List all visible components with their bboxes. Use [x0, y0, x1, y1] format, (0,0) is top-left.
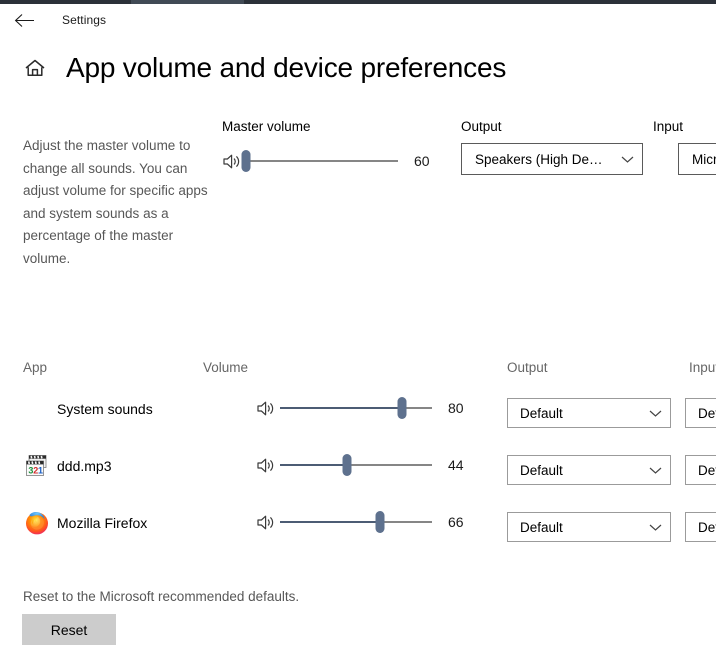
- app-volume-slider[interactable]: 44: [256, 454, 474, 476]
- chevron-down-icon: [649, 466, 662, 475]
- master-description: Adjust the master volume to change all s…: [23, 138, 208, 266]
- app-name: System sounds: [57, 400, 153, 417]
- title-bar: Settings: [0, 4, 716, 36]
- app-volume-row: Mozilla Firefox 66 Default Def: [0, 494, 716, 551]
- master-input-device-value: Microph: [692, 151, 716, 167]
- app-volume-value: 44: [448, 457, 464, 473]
- app-input-device-value: Def: [698, 405, 716, 421]
- app-volume-value: 80: [448, 400, 464, 416]
- app-volume-slider[interactable]: 80: [256, 397, 474, 419]
- app-output-device-value: Default: [520, 405, 563, 421]
- reset-button[interactable]: Reset: [22, 614, 116, 645]
- app-output-device-value: Default: [520, 462, 563, 478]
- master-output-device-dropdown[interactable]: Speakers (High De…: [461, 143, 643, 175]
- media-player-classic-icon: 321: [23, 452, 51, 480]
- chevron-down-icon: [649, 523, 662, 532]
- svg-text:1: 1: [38, 465, 43, 475]
- home-icon[interactable]: [22, 55, 48, 81]
- speaker-volume-icon: [256, 457, 280, 474]
- master-output-label: Output: [461, 119, 502, 134]
- slider-thumb[interactable]: [241, 150, 251, 172]
- page-heading: App volume and device preferences: [22, 52, 506, 84]
- app-input-device-value: Def: [698, 462, 716, 478]
- app-slider-track[interactable]: [280, 454, 432, 476]
- app-output-device-dropdown[interactable]: Default: [507, 512, 671, 542]
- back-arrow-icon: [14, 13, 35, 28]
- master-slider-track[interactable]: [241, 150, 398, 172]
- master-volume-label: Master volume: [222, 119, 311, 134]
- column-header-app: App: [23, 360, 48, 375]
- slider-track-background: [246, 160, 398, 162]
- app-name-cell: 3 2 1 ddd.mp3: [23, 437, 111, 494]
- master-input-label: Input: [653, 119, 684, 134]
- app-slider-track[interactable]: [280, 511, 432, 533]
- chevron-down-icon: [649, 409, 662, 418]
- master-volume-slider[interactable]: 60: [222, 150, 440, 172]
- slider-thumb[interactable]: [342, 454, 352, 476]
- master-output-device-value: Speakers (High De…: [475, 151, 603, 167]
- app-input-device-dropdown[interactable]: Def: [685, 455, 716, 485]
- column-header-input: Input: [689, 360, 716, 375]
- speaker-volume-icon: [256, 514, 280, 531]
- app-name: Mozilla Firefox: [57, 514, 148, 531]
- slider-track-fill: [280, 407, 402, 409]
- firefox-icon: [23, 509, 51, 537]
- speaker-volume-icon: [256, 400, 280, 417]
- chevron-down-icon: [621, 155, 634, 164]
- settings-app-title: Settings: [62, 13, 107, 27]
- column-header-volume: Volume: [203, 360, 249, 375]
- master-volume-value: 60: [414, 153, 430, 169]
- app-name-cell: System sounds: [23, 380, 153, 437]
- app-input-device-dropdown[interactable]: Def: [685, 398, 716, 428]
- app-slider-track[interactable]: [280, 397, 432, 419]
- slider-thumb[interactable]: [375, 511, 385, 533]
- column-header-output: Output: [507, 360, 548, 375]
- app-name-cell: Mozilla Firefox: [23, 494, 147, 551]
- app-volume-slider[interactable]: 66: [256, 511, 474, 533]
- app-volume-value: 66: [448, 514, 464, 530]
- page-title: App volume and device preferences: [66, 52, 507, 83]
- app-input-device-dropdown[interactable]: Def: [685, 512, 716, 542]
- app-output-device-dropdown[interactable]: Default: [507, 455, 671, 485]
- slider-track-fill: [280, 521, 381, 523]
- app-icon-placeholder: [23, 395, 51, 423]
- back-button[interactable]: [2, 5, 46, 35]
- reset-description: Reset to the Microsoft recommended defau…: [23, 589, 300, 604]
- app-volume-row: 321 ddd.mp3 44 Default Def: [0, 437, 716, 494]
- app-input-device-value: Def: [698, 519, 716, 535]
- app-volume-row: System sounds 80 Default Def: [0, 380, 716, 437]
- slider-thumb[interactable]: [397, 397, 407, 419]
- app-output-device-dropdown[interactable]: Default: [507, 398, 671, 428]
- master-input-device-dropdown[interactable]: Microph: [678, 143, 716, 175]
- slider-track-fill: [280, 464, 347, 466]
- app-output-device-value: Default: [520, 519, 563, 535]
- app-name: ddd.mp3: [57, 457, 112, 474]
